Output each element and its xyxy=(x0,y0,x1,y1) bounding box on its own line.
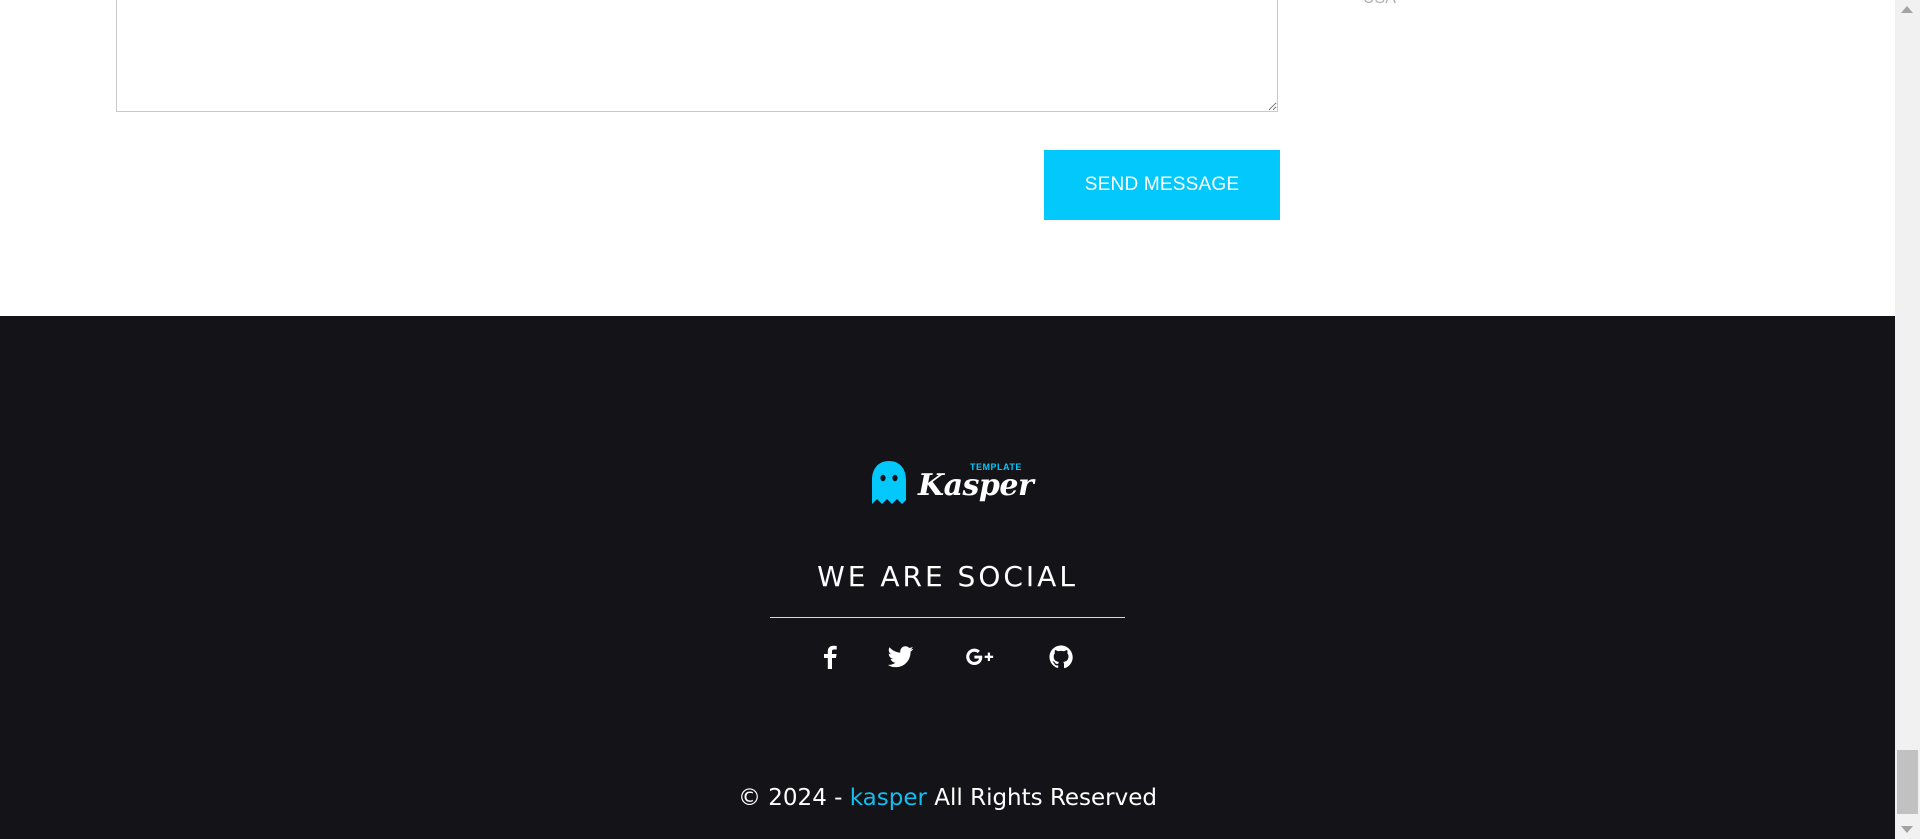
scroll-down-arrow-icon[interactable] xyxy=(1901,826,1913,833)
copyright-prefix: © 2024 - xyxy=(737,785,850,811)
kasper-logo[interactable]: TEMPLATE Kasper xyxy=(870,458,1034,514)
kasper-link[interactable]: kasper xyxy=(850,785,927,811)
facebook-icon[interactable] xyxy=(815,642,845,672)
ghost-icon xyxy=(872,461,906,504)
github-icon[interactable] xyxy=(1046,642,1076,672)
copyright-suffix: All Rights Reserved xyxy=(926,785,1157,811)
contact-info-text: USA xyxy=(1363,0,1396,8)
scroll-up-arrow-icon[interactable] xyxy=(1901,6,1913,13)
social-divider xyxy=(770,617,1125,618)
twitter-icon[interactable] xyxy=(886,642,916,672)
vertical-scrollbar[interactable] xyxy=(1895,0,1920,839)
send-message-button[interactable]: SEND MESSAGE xyxy=(1044,150,1280,220)
scrollbar-thumb[interactable] xyxy=(1897,750,1918,814)
page: USA SEND MESSAGE TEMPLATE Kasper WE ARE … xyxy=(0,0,1895,839)
social-icons xyxy=(800,642,1100,672)
social-title: WE ARE SOCIAL xyxy=(817,560,1078,593)
contact-section: USA SEND MESSAGE xyxy=(0,0,1895,316)
message-textarea[interactable] xyxy=(116,0,1278,112)
copyright-text: © 2024 - kasper All Rights Reserved xyxy=(0,785,1895,811)
google-plus-icon[interactable] xyxy=(965,642,995,672)
footer: TEMPLATE Kasper WE ARE SOCIAL © 2024 - k… xyxy=(0,316,1895,839)
logo-wordmark: Kasper xyxy=(918,468,1034,503)
